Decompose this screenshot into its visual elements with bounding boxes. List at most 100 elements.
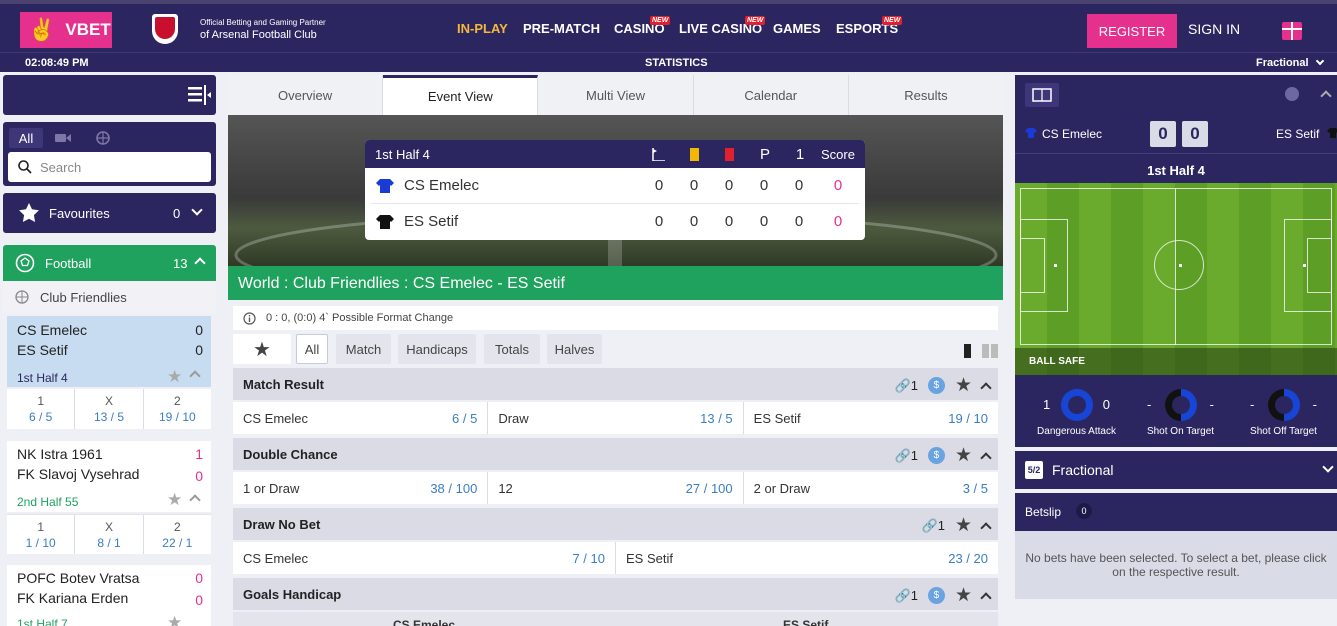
odds-cell[interactable]: 11 / 10 xyxy=(7,515,76,554)
sign-in-button[interactable]: SIGN IN xyxy=(1188,21,1240,37)
ball-status: BALL SAFE xyxy=(1015,348,1337,375)
betslip-header[interactable]: Betslip 0 xyxy=(1015,493,1337,531)
half-column: 1 xyxy=(795,146,805,163)
chevron-up-icon[interactable] xyxy=(189,494,201,506)
chevron-up-icon[interactable] xyxy=(1320,90,1332,102)
market-title: Goals Handicap xyxy=(243,587,342,602)
gift-icon[interactable] xyxy=(1282,22,1302,40)
collapse-menu-icon[interactable] xyxy=(188,85,212,105)
stat-shot-off-target: - - Shot Off Target xyxy=(1230,375,1337,447)
market-title: Double Chance xyxy=(243,447,338,462)
match-card[interactable]: NK Istra 1961 1 FK Slavoj Vysehrad 0 2nd… xyxy=(7,441,211,554)
event-title: World : Club Friendlies : CS Emelec - ES… xyxy=(228,266,1003,300)
home-team: CS Emelec xyxy=(17,322,88,338)
column-home: CS Emelec xyxy=(393,618,456,626)
scoreboard-period: 1st Half 4 xyxy=(375,147,430,162)
register-button[interactable]: REGISTER xyxy=(1087,14,1177,48)
home-jersey-icon xyxy=(1025,128,1037,138)
globe-icon[interactable] xyxy=(89,128,117,148)
odds-cell[interactable]: X8 / 1 xyxy=(75,515,144,554)
odds-cell[interactable]: 16 / 5 xyxy=(7,389,76,429)
market-option[interactable]: ES Setif 19 / 10 xyxy=(744,402,998,434)
video-icon[interactable] xyxy=(49,128,77,148)
filter-totals[interactable]: Totals xyxy=(484,334,540,364)
tab-overview[interactable]: Overview xyxy=(228,75,384,115)
nav-in-play[interactable]: IN-PLAY xyxy=(457,21,508,36)
market-option[interactable]: 1 or Draw 38 / 100 xyxy=(233,472,489,504)
home-score: 1 xyxy=(195,446,203,462)
odds-format-panel[interactable]: 5/2 Fractional xyxy=(1015,451,1337,489)
link-icon[interactable]: 🔗1 xyxy=(922,518,945,534)
home-red: 0 xyxy=(724,177,734,194)
market-header-icons: 🔗1 $ ★ xyxy=(895,374,992,397)
market-option[interactable]: Draw 13 / 5 xyxy=(488,402,744,434)
market-option[interactable]: CS Emelec 6 / 5 xyxy=(233,402,489,434)
odds-cell[interactable]: 2 19 / 10 xyxy=(144,389,211,429)
filter-all-tab[interactable]: All xyxy=(9,128,43,148)
market-header-draw-no-bet[interactable]: Draw No Bet 🔗1 ★ xyxy=(233,508,998,540)
match-card[interactable]: POFC Botev Vratsa 0 FK Kariana Erden 0 1… xyxy=(7,565,211,626)
star-icon[interactable]: ★ xyxy=(167,613,182,626)
link-icon[interactable]: 🔗1 xyxy=(895,448,918,464)
competition-row[interactable]: Club Friendlies xyxy=(3,281,216,313)
filter-all[interactable]: All xyxy=(296,334,328,364)
nav-live-casino[interactable]: LIVE CASINO NEW xyxy=(679,16,766,36)
star-icon[interactable]: ★ xyxy=(955,444,972,467)
home-score: 0 xyxy=(833,177,843,194)
market-title: Draw No Bet xyxy=(243,517,321,532)
star-icon[interactable]: ★ xyxy=(167,367,182,387)
chevron-up-icon[interactable] xyxy=(980,521,992,534)
link-icon[interactable]: 🔗1 xyxy=(895,378,918,394)
star-icon[interactable]: ★ xyxy=(955,514,972,537)
double-column-view-icon[interactable] xyxy=(982,344,998,358)
score-column: Score xyxy=(821,147,855,162)
nav-casino[interactable]: CASINO NEW xyxy=(614,16,671,36)
sport-football-header[interactable]: Football 13 xyxy=(3,245,216,281)
tab-calendar[interactable]: Calendar xyxy=(694,75,849,115)
market-option[interactable]: 2 or Draw 3 / 5 xyxy=(744,472,998,504)
market-option[interactable]: CS Emelec 7 / 10 xyxy=(233,542,616,574)
chevron-up-icon[interactable] xyxy=(980,381,992,394)
filter-halves[interactable]: Halves xyxy=(547,334,602,364)
nav-esports[interactable]: ESPORTS NEW xyxy=(836,16,903,36)
home-team: CS Emelec xyxy=(1042,127,1103,141)
away-half: 0 xyxy=(794,213,804,230)
odds-cell[interactable]: X 13 / 5 xyxy=(75,389,144,429)
market-header-match-result[interactable]: Match Result 🔗1 $ ★ xyxy=(233,368,998,400)
tab-results[interactable]: Results xyxy=(849,75,1003,115)
match-card-selected[interactable]: CS Emelec 0 ES Setif 0 1st Half 4 ★ 16 /… xyxy=(7,316,211,429)
pitch-view-icon[interactable] xyxy=(1025,83,1059,107)
link-icon[interactable]: 🔗1 xyxy=(895,588,918,604)
column-away: ES Setif xyxy=(783,618,829,626)
statistics-label[interactable]: STATISTICS xyxy=(645,57,708,69)
star-icon[interactable]: ★ xyxy=(955,374,972,397)
market-option[interactable]: ES Setif 23 / 20 xyxy=(616,542,998,574)
chevron-up-icon[interactable] xyxy=(980,451,992,464)
chevron-up-icon[interactable] xyxy=(980,591,992,604)
filter-match[interactable]: Match xyxy=(336,334,391,364)
chevron-up-icon[interactable] xyxy=(189,370,201,382)
link-count: 1 xyxy=(910,587,918,603)
star-icon[interactable]: ★ xyxy=(167,490,182,510)
odds-format-selector[interactable]: Fractional xyxy=(1256,56,1324,69)
tab-multi-view[interactable]: Multi View xyxy=(538,75,694,115)
filter-handicaps[interactable]: Handicaps xyxy=(398,334,476,364)
search-input[interactable]: Search xyxy=(8,152,211,182)
nav-games[interactable]: GAMES xyxy=(773,21,821,36)
favourite-markets-star-icon[interactable]: ★ xyxy=(233,334,291,364)
single-column-view-icon[interactable] xyxy=(964,344,971,358)
sound-icon[interactable] xyxy=(1285,87,1299,101)
vbet-logo[interactable]: ✌ VBET xyxy=(20,12,112,48)
favourites-row[interactable]: Favourites 0 xyxy=(3,193,216,233)
market-option[interactable]: 12 27 / 100 xyxy=(488,472,744,504)
odds-cell[interactable]: 2 22 / 1 xyxy=(144,515,211,554)
odds-format-label: Fractional xyxy=(1052,462,1114,478)
star-icon[interactable]: ★ xyxy=(955,584,972,607)
home-score-box: 0 xyxy=(1150,121,1176,147)
market-header-goals-handicap[interactable]: Goals Handicap 🔗1 $ ★ xyxy=(233,578,998,610)
betslip-label: Betslip xyxy=(1025,505,1062,519)
market-row: 1 or Draw 38 / 100 12 27 / 100 2 or Draw 3 … xyxy=(233,472,998,504)
tab-event-view[interactable]: Event View xyxy=(383,75,539,115)
market-header-double-chance[interactable]: Double Chance 🔗1 $ ★ xyxy=(233,438,998,470)
nav-pre-match[interactable]: PRE-MATCH xyxy=(523,21,600,36)
